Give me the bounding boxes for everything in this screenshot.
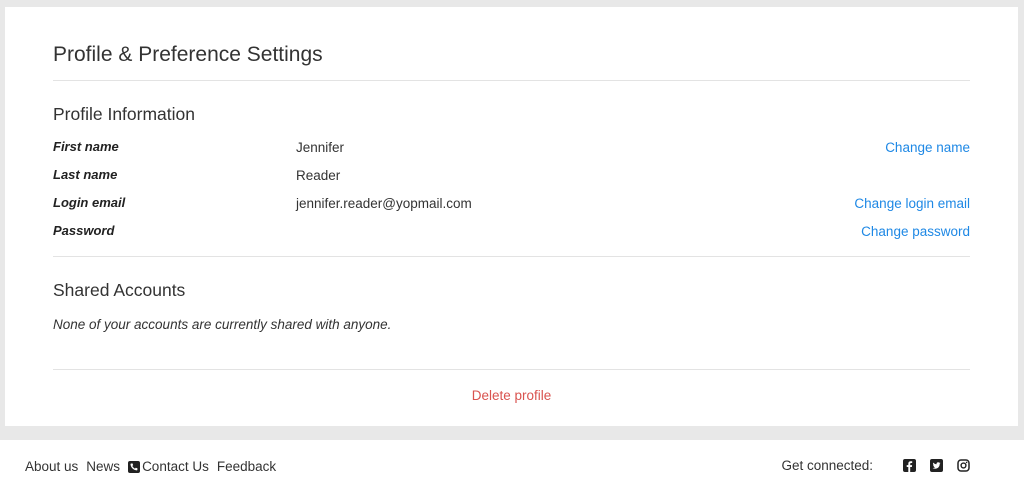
page-title: Profile & Preference Settings <box>53 43 323 66</box>
about-us-link[interactable]: About us <box>25 459 78 474</box>
password-label: Password <box>53 223 115 238</box>
change-password-link[interactable]: Change password <box>861 224 970 239</box>
change-name-link[interactable]: Change name <box>885 140 970 155</box>
first-name-label: First name <box>53 139 119 154</box>
phone-icon <box>128 460 141 473</box>
title-divider <box>53 80 970 81</box>
first-name-value: Jennifer <box>296 140 345 155</box>
shared-divider <box>53 369 970 370</box>
delete-profile-container: Delete profile <box>53 387 970 405</box>
delete-profile-link[interactable]: Delete profile <box>472 388 552 403</box>
settings-card: Profile & Preference Settings Profile In… <box>5 7 1018 426</box>
shared-accounts-note: None of your accounts are currently shar… <box>53 317 392 332</box>
footer-links: About us News Contact Us Feedback <box>25 459 284 474</box>
news-link[interactable]: News <box>86 459 120 474</box>
settings-content: Profile & Preference Settings Profile In… <box>53 7 970 426</box>
contact-us-label: Contact Us <box>142 459 209 474</box>
last-name-value: Reader <box>296 168 341 183</box>
social-links: Get connected: <box>781 458 970 473</box>
facebook-icon[interactable] <box>903 459 916 472</box>
shared-section-title: Shared Accounts <box>53 280 186 300</box>
login-email-label: Login email <box>53 195 126 210</box>
profile-divider <box>53 256 970 257</box>
contact-us-link[interactable]: Contact Us <box>128 459 209 474</box>
profile-row-last-name: Last name Reader <box>53 167 970 187</box>
profile-row-first-name: First name Jennifer Change name <box>53 139 970 159</box>
get-connected-label: Get connected: <box>781 458 873 473</box>
profile-row-login-email: Login email jennifer.reader@yopmail.com … <box>53 195 970 215</box>
login-email-value: jennifer.reader@yopmail.com <box>296 196 472 211</box>
feedback-link[interactable]: Feedback <box>217 459 276 474</box>
profile-row-password: Password Change password <box>53 223 970 243</box>
change-login-email-link[interactable]: Change login email <box>854 196 970 211</box>
last-name-label: Last name <box>53 167 118 182</box>
footer: About us News Contact Us Feedback Get co… <box>0 440 1024 481</box>
twitter-icon[interactable] <box>930 459 943 472</box>
instagram-icon[interactable] <box>957 459 970 472</box>
profile-section-title: Profile Information <box>53 104 196 124</box>
